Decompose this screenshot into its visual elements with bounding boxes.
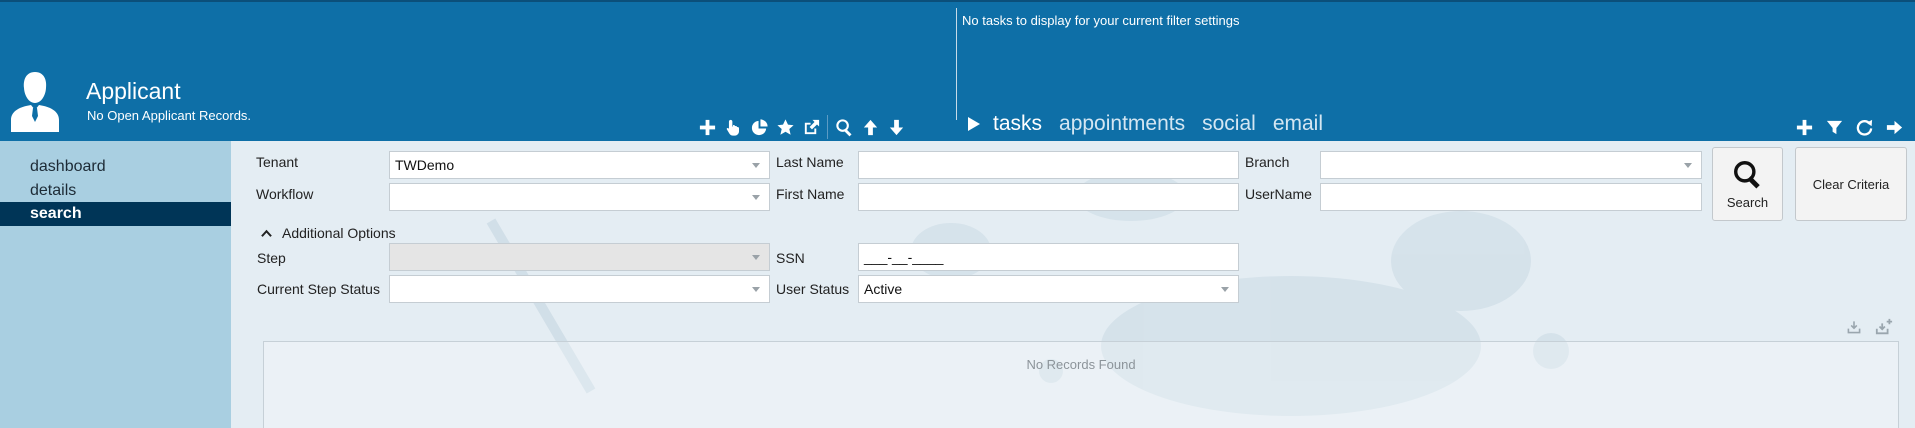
tab-email[interactable]: email bbox=[1273, 112, 1323, 136]
play-icon[interactable] bbox=[965, 114, 983, 134]
task-toolbar bbox=[1789, 114, 1909, 140]
ssn-input[interactable]: ___-__-____ bbox=[858, 243, 1239, 271]
activity-tabs: tasks appointments social email bbox=[965, 112, 1340, 136]
arrow-right-icon[interactable] bbox=[1879, 114, 1909, 140]
workflow-label: Workflow bbox=[256, 186, 314, 202]
external-link-icon[interactable] bbox=[798, 114, 824, 140]
step-select[interactable] bbox=[389, 243, 770, 271]
search-button-label: Search bbox=[1726, 194, 1769, 210]
hand-pointer-icon[interactable] bbox=[720, 114, 746, 140]
plus-icon[interactable] bbox=[1789, 114, 1819, 140]
ssn-value: ___-__-____ bbox=[864, 249, 944, 265]
username-label: UserName bbox=[1245, 186, 1312, 202]
user-status-value: Active bbox=[864, 281, 903, 297]
sidebar-item-details[interactable]: details bbox=[0, 179, 250, 203]
results-grid: No Records Found bbox=[263, 341, 1899, 428]
arrow-down-icon[interactable] bbox=[883, 114, 909, 140]
search-panel: Tenant TWDemo Last Name Branch Workflow … bbox=[231, 141, 1915, 428]
header-right-panel: No tasks to display for your current fil… bbox=[957, 2, 1915, 143]
current-step-status-select[interactable] bbox=[389, 275, 770, 303]
refresh-icon[interactable] bbox=[1849, 114, 1879, 140]
clear-criteria-label: Clear Criteria bbox=[1812, 176, 1890, 192]
sidebar: dashboard details search bbox=[0, 141, 250, 428]
record-toolbar bbox=[694, 114, 909, 140]
first-name-label: First Name bbox=[776, 186, 845, 202]
toolbar-divider bbox=[827, 115, 828, 139]
star-icon[interactable] bbox=[772, 114, 798, 140]
workflow-select[interactable] bbox=[389, 183, 770, 211]
tenant-label: Tenant bbox=[256, 154, 299, 170]
user-status-select[interactable]: Active bbox=[858, 275, 1239, 303]
additional-options-toggle[interactable]: Additional Options bbox=[261, 225, 396, 241]
search-icon[interactable] bbox=[831, 114, 857, 140]
search-icon bbox=[1733, 160, 1760, 189]
filter-icon[interactable] bbox=[1819, 114, 1849, 140]
header-left-panel: Applicant No Open Applicant Records. bbox=[0, 2, 956, 143]
last-name-input[interactable] bbox=[858, 151, 1239, 179]
first-name-input[interactable] bbox=[858, 183, 1239, 211]
chart-pie-icon[interactable] bbox=[746, 114, 772, 140]
branch-select[interactable] bbox=[1320, 151, 1702, 179]
tenant-value: TWDemo bbox=[395, 157, 455, 173]
chevron-down-icon bbox=[752, 255, 760, 260]
search-button[interactable]: Search bbox=[1712, 147, 1783, 221]
app-title: Applicant bbox=[86, 78, 181, 104]
chevron-down-icon bbox=[1684, 163, 1692, 168]
chevron-down-icon bbox=[752, 287, 760, 292]
last-name-label: Last Name bbox=[776, 154, 844, 170]
user-status-label: User Status bbox=[776, 281, 850, 297]
chevron-down-icon bbox=[752, 195, 760, 200]
current-step-status-label: Current Step Status bbox=[257, 281, 380, 297]
no-records-message: No Records Found bbox=[1026, 357, 1136, 372]
add-download-icon[interactable] bbox=[1874, 317, 1894, 337]
chevron-down-icon bbox=[1221, 287, 1229, 292]
tab-tasks[interactable]: tasks bbox=[993, 112, 1042, 136]
arrow-up-icon[interactable] bbox=[857, 114, 883, 140]
tab-social[interactable]: social bbox=[1202, 112, 1256, 136]
chevron-down-icon bbox=[752, 163, 760, 168]
no-tasks-message: No tasks to display for your current fil… bbox=[962, 13, 1240, 28]
user-avatar-icon bbox=[11, 72, 59, 132]
plus-icon[interactable] bbox=[694, 114, 720, 140]
app-subtitle: No Open Applicant Records. bbox=[87, 108, 252, 123]
tenant-select[interactable]: TWDemo bbox=[389, 151, 770, 179]
tab-appointments[interactable]: appointments bbox=[1059, 112, 1185, 136]
sidebar-item-search[interactable]: search bbox=[0, 202, 250, 226]
chevron-up-icon bbox=[261, 229, 272, 237]
step-label: Step bbox=[257, 250, 286, 266]
branch-label: Branch bbox=[1245, 154, 1290, 170]
ssn-label: SSN bbox=[776, 250, 805, 266]
download-icon[interactable] bbox=[1844, 317, 1864, 337]
app-header: Applicant No Open Applicant Records. No … bbox=[0, 0, 1915, 143]
sidebar-item-dashboard[interactable]: dashboard bbox=[0, 155, 250, 179]
username-input[interactable] bbox=[1320, 183, 1702, 211]
clear-criteria-button[interactable]: Clear Criteria bbox=[1795, 147, 1907, 221]
additional-options-label: Additional Options bbox=[282, 225, 396, 241]
